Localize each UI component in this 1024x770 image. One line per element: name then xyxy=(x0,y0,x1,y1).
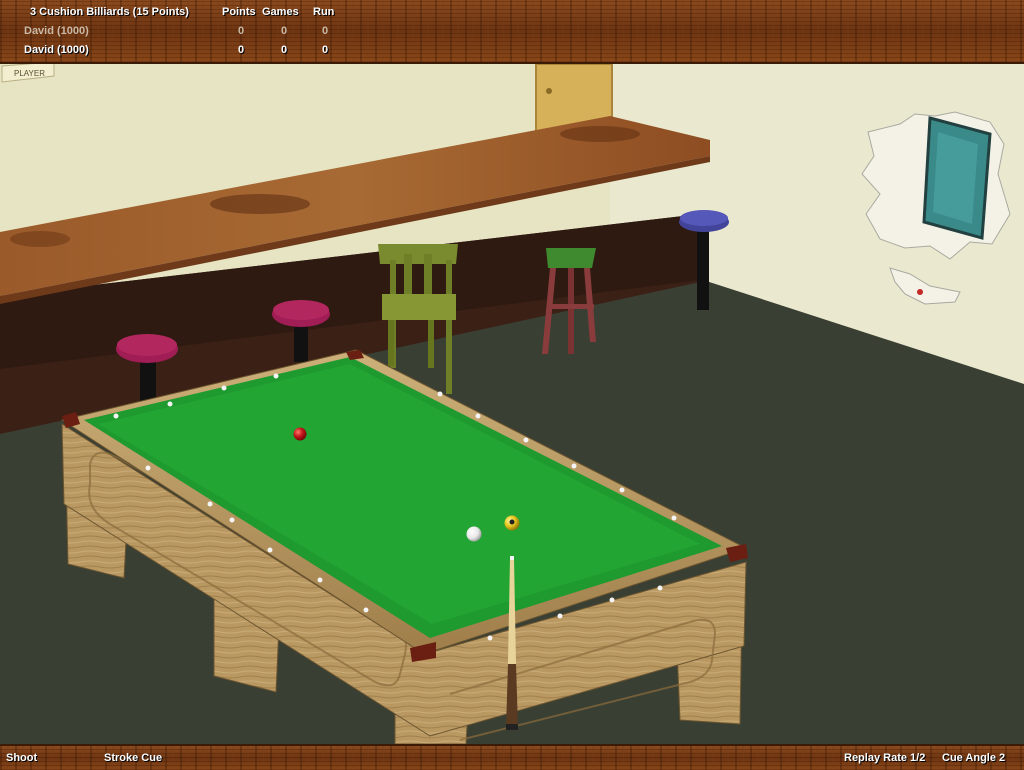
player-2-points: 0 xyxy=(238,44,245,56)
cue-angle-control[interactable]: Cue Angle 2 xyxy=(942,752,1005,764)
scoreboard-bar: 3 Cushion Billiards (15 Points) Points G… xyxy=(0,0,1024,64)
shoot-button[interactable]: Shoot xyxy=(6,752,37,764)
player-1-name: David (1000) xyxy=(24,25,89,37)
player-1-games: 0 xyxy=(281,25,288,37)
player-1-run: 0 xyxy=(322,25,329,37)
door-knob xyxy=(546,88,552,94)
points-header: Points xyxy=(222,6,256,18)
run-header: Run xyxy=(313,6,335,18)
game-scene[interactable]: PLAYER xyxy=(0,64,1024,744)
chalk-holder-icon xyxy=(917,289,923,295)
player-2-games: 0 xyxy=(281,44,288,56)
player-2-name: David (1000) xyxy=(24,44,89,56)
games-header: Games xyxy=(262,6,299,18)
yellow-ball-spot xyxy=(509,519,515,525)
game-title: 3 Cushion Billiards (15 Points) xyxy=(30,6,189,18)
replay-rate-control[interactable]: Replay Rate 1/2 xyxy=(844,752,925,764)
stroke-cue-button[interactable]: Stroke Cue xyxy=(104,752,162,764)
player-2-run: 0 xyxy=(322,44,329,56)
status-bar: Shoot Stroke Cue Replay Rate 1/2 Cue Ang… xyxy=(0,744,1024,770)
player-1-points: 0 xyxy=(238,25,245,37)
wall-sign-text: PLAYER xyxy=(14,69,45,78)
cue-ball[interactable] xyxy=(466,526,482,542)
red-ball[interactable] xyxy=(293,427,307,441)
